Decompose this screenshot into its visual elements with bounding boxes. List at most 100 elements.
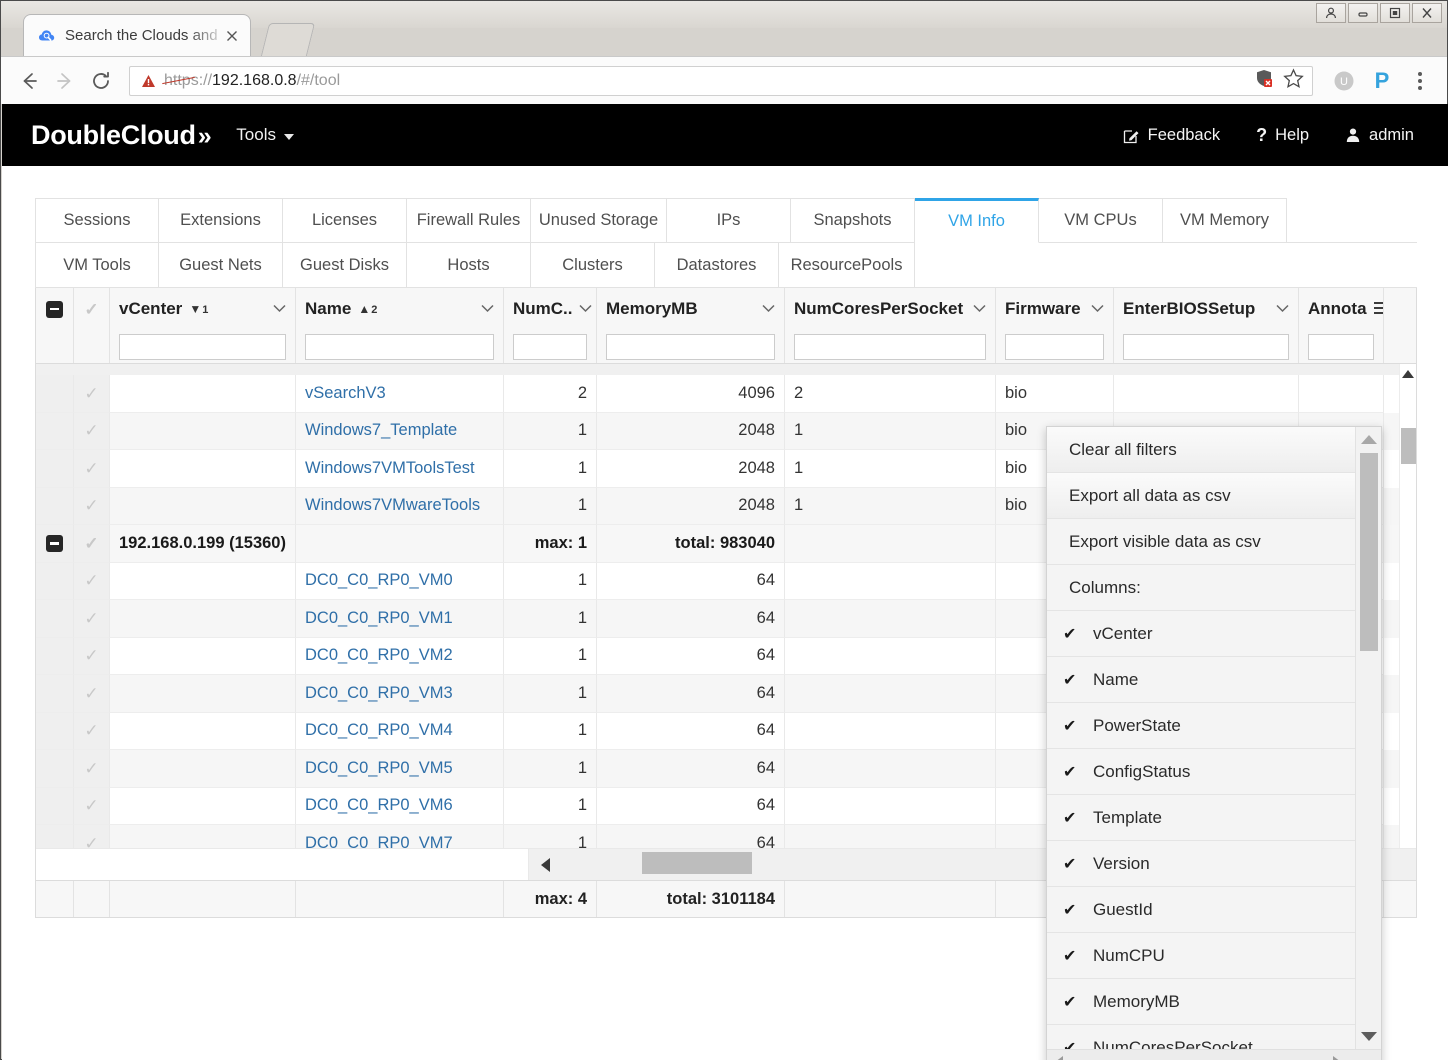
- menu-column-toggle-name[interactable]: ✔Name: [1047, 657, 1381, 703]
- menu-column-toggle-numcpu[interactable]: ✔NumCPU: [1047, 933, 1381, 979]
- row-select-cell[interactable]: ✓: [74, 375, 110, 413]
- cell-Name[interactable]: DC0_C0_RP0_VM4: [296, 713, 504, 751]
- column-menu-dropdown[interactable]: Clear all filtersExport all data as csvE…: [1046, 426, 1382, 1060]
- row-select-cell[interactable]: ✓: [74, 713, 110, 751]
- row-checkmark-icon[interactable]: ✓: [84, 647, 98, 664]
- tab-vm-tools[interactable]: VM Tools: [35, 243, 159, 288]
- row-select-cell[interactable]: ✓: [74, 638, 110, 676]
- pocket-icon[interactable]: P: [1365, 64, 1399, 98]
- row-checkmark-icon[interactable]: ✓: [84, 722, 98, 739]
- collapse-group-icon[interactable]: [46, 535, 63, 552]
- scroll-left-arrow-icon[interactable]: [1055, 1056, 1063, 1060]
- row-select-cell[interactable]: ✓: [74, 413, 110, 451]
- tab-sessions[interactable]: Sessions: [35, 198, 159, 243]
- row-select-cell[interactable]: ✓: [74, 525, 110, 563]
- row-checkmark-icon[interactable]: ✓: [84, 572, 98, 589]
- menu-item-clear-all-filters[interactable]: Clear all filters: [1047, 427, 1381, 473]
- row-checkmark-icon[interactable]: ✓: [84, 685, 98, 702]
- column-menu-hscrollbar[interactable]: [1047, 1049, 1382, 1060]
- grid-vertical-scrollbar[interactable]: [1399, 364, 1416, 881]
- grid-options-hamburger-icon[interactable]: [1367, 301, 1383, 318]
- column-header-Firmware[interactable]: Firmware: [996, 288, 1114, 363]
- cell-Name[interactable]: DC0_C0_RP0_VM5: [296, 750, 504, 788]
- tab-datastores[interactable]: Datastores: [655, 243, 779, 288]
- sort-desc-icon[interactable]: ▼1: [189, 302, 208, 316]
- row-select-cell[interactable]: ✓: [74, 750, 110, 788]
- column-menu-scrollbar[interactable]: [1355, 427, 1381, 1051]
- new-tab-button[interactable]: [261, 23, 315, 56]
- row-checkmark-icon[interactable]: ✓: [84, 610, 98, 627]
- cell-Name[interactable]: Windows7VMToolsTest: [296, 450, 504, 488]
- tab-hosts[interactable]: Hosts: [407, 243, 531, 288]
- cell-Name[interactable]: Windows7VMwareTools: [296, 488, 504, 526]
- filter-input-Name[interactable]: [305, 334, 494, 360]
- tab-vm-info[interactable]: VM Info: [915, 198, 1039, 243]
- chevron-down-icon[interactable]: [1085, 302, 1104, 316]
- column-header-Annotation[interactable]: Annota: [1299, 288, 1384, 363]
- blocked-shield-icon[interactable]: [1254, 68, 1274, 93]
- filter-input-NumCoresPerSocket[interactable]: [794, 334, 986, 360]
- scroll-up-arrow-icon[interactable]: [1361, 435, 1377, 444]
- scroll-thumb[interactable]: [1360, 453, 1378, 651]
- filter-input-MemoryMB[interactable]: [606, 334, 775, 360]
- cell-Name[interactable]: DC0_C0_RP0_VM3: [296, 675, 504, 713]
- column-header-NumCoresPerSocket[interactable]: NumCoresPerSocket: [785, 288, 996, 363]
- scroll-up-arrow-icon[interactable]: [1402, 370, 1414, 378]
- tab-vm-memory[interactable]: VM Memory: [1163, 198, 1287, 243]
- brand-logo[interactable]: DoubleCloud »: [31, 120, 211, 151]
- filter-input-Firmware[interactable]: [1005, 334, 1104, 360]
- tab-ips[interactable]: IPs: [667, 198, 791, 243]
- feedback-button[interactable]: Feedback: [1123, 126, 1220, 145]
- sort-asc-icon[interactable]: ▲2: [358, 302, 377, 316]
- scroll-left-arrow-icon[interactable]: [541, 858, 550, 872]
- tab-extensions[interactable]: Extensions: [159, 198, 283, 243]
- row-select-cell[interactable]: ✓: [74, 600, 110, 638]
- help-button[interactable]: ? Help: [1256, 125, 1309, 146]
- cell-Name[interactable]: DC0_C0_RP0_VM2: [296, 638, 504, 676]
- row-select-cell[interactable]: ✓: [74, 488, 110, 526]
- row-checkmark-icon[interactable]: ✓: [84, 460, 98, 477]
- menu-column-toggle-powerstate[interactable]: ✔PowerState: [1047, 703, 1381, 749]
- menu-item-export-visible-data-as-csv[interactable]: Export visible data as csv: [1047, 519, 1381, 565]
- row-select-cell[interactable]: ✓: [74, 563, 110, 601]
- column-header-vCenter[interactable]: vCenter▼1: [110, 288, 296, 363]
- row-checkmark-icon[interactable]: ✓: [84, 422, 98, 439]
- tab-guest-nets[interactable]: Guest Nets: [159, 243, 283, 288]
- address-bar[interactable]: https://192.168.0.8/#/tool: [129, 66, 1313, 96]
- cell-Name[interactable]: DC0_C0_RP0_VM6: [296, 788, 504, 826]
- filter-input-NumCPU[interactable]: [513, 334, 587, 360]
- chevron-down-icon[interactable]: [573, 302, 592, 316]
- row-checkmark-icon[interactable]: ✓: [84, 797, 98, 814]
- menu-column-toggle-version[interactable]: ✔Version: [1047, 841, 1381, 887]
- chevron-down-icon[interactable]: [267, 302, 286, 316]
- menu-column-toggle-vcenter[interactable]: ✔vCenter: [1047, 611, 1381, 657]
- tab-guest-disks[interactable]: Guest Disks: [283, 243, 407, 288]
- menu-column-toggle-memorymb[interactable]: ✔MemoryMB: [1047, 979, 1381, 1025]
- cell-Name[interactable]: vSearchV3: [296, 375, 504, 413]
- chevron-down-icon[interactable]: [756, 302, 775, 316]
- row-expander-cell[interactable]: [36, 525, 74, 563]
- filter-input-EnterBIOSSetup[interactable]: [1123, 334, 1289, 360]
- row-checkmark-icon[interactable]: ✓: [84, 385, 98, 402]
- ublock-icon[interactable]: U: [1327, 64, 1361, 98]
- row-select-cell[interactable]: ✓: [74, 450, 110, 488]
- menu-column-toggle-template[interactable]: ✔Template: [1047, 795, 1381, 841]
- tools-menu[interactable]: Tools: [236, 125, 294, 145]
- filter-input-vCenter[interactable]: [119, 334, 286, 360]
- cell-Name[interactable]: DC0_C0_RP0_VM0: [296, 563, 504, 601]
- scroll-thumb[interactable]: [1401, 428, 1416, 464]
- tab-unused-storage[interactable]: Unused Storage: [531, 198, 667, 243]
- chevron-down-icon[interactable]: [967, 302, 986, 316]
- kebab-menu-icon[interactable]: [1403, 64, 1437, 98]
- close-icon[interactable]: [222, 26, 242, 46]
- tab-firewall-rules[interactable]: Firewall Rules: [407, 198, 531, 243]
- menu-item-export-all-data-as-csv[interactable]: Export all data as csv: [1047, 473, 1381, 519]
- tab-clusters[interactable]: Clusters: [531, 243, 655, 288]
- chevron-down-icon[interactable]: [1270, 302, 1289, 316]
- column-header-NumCPU[interactable]: NumC..: [504, 288, 597, 363]
- scroll-down-arrow-icon[interactable]: [1361, 1032, 1377, 1041]
- cell-Name[interactable]: DC0_C0_RP0_VM1: [296, 600, 504, 638]
- menu-column-toggle-configstatus[interactable]: ✔ConfigStatus: [1047, 749, 1381, 795]
- menu-column-toggle-guestid[interactable]: ✔GuestId: [1047, 887, 1381, 933]
- select-all-checkmark-icon[interactable]: ✓: [84, 301, 98, 318]
